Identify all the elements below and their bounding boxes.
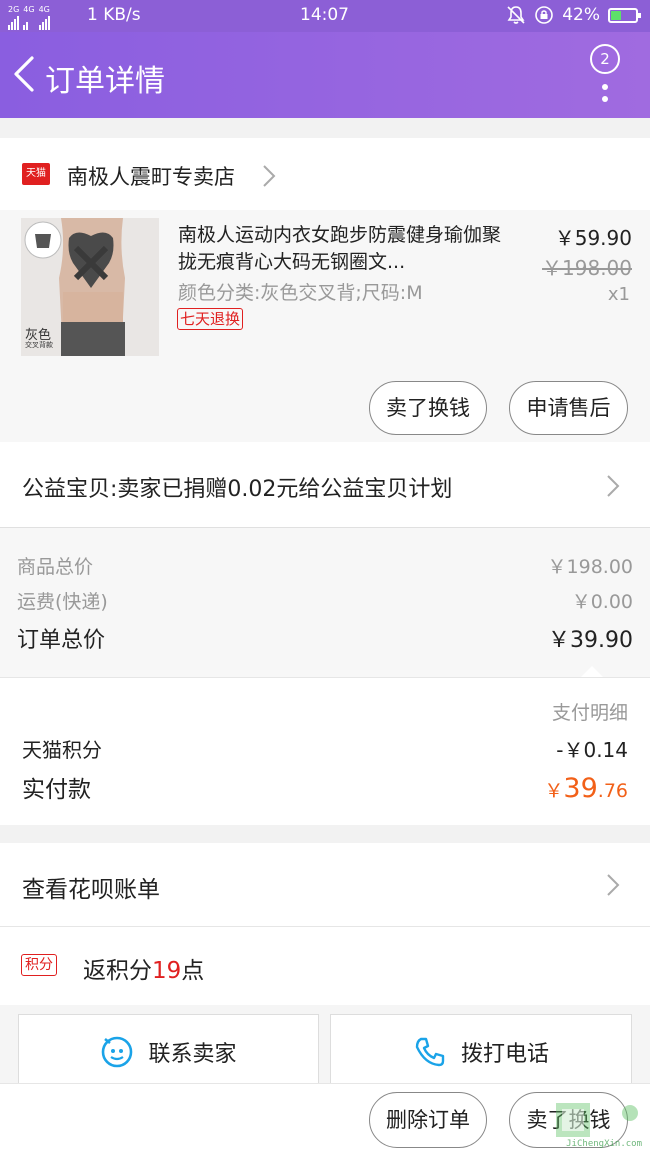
mute-bell-icon bbox=[507, 6, 525, 24]
points-prefix: 返积分 bbox=[83, 958, 152, 984]
phone-icon bbox=[415, 1037, 445, 1066]
charity-row[interactable]: 公益宝贝:卖家已捐赠0.02元给公益宝贝计划 bbox=[0, 442, 650, 528]
signal-icon: 2G bbox=[8, 6, 19, 30]
points-reward-text: 返积分19点 bbox=[83, 951, 204, 985]
points-suffix: 点 bbox=[181, 958, 205, 984]
shipping-label: 运费(快递) bbox=[17, 591, 108, 613]
call-phone-button[interactable]: 拨打电话 bbox=[330, 1014, 632, 1088]
tmall-points-label: 天猫积分 bbox=[22, 738, 102, 762]
product-name[interactable]: 南极人运动内衣女跑步防震健身瑜伽聚拢无痕背心大码无钢圈文... bbox=[178, 222, 508, 276]
tmall-logo-icon: 天猫 bbox=[22, 163, 50, 185]
goods-total-value: ￥198.00 bbox=[547, 556, 633, 578]
network-speed: 1 KB/s bbox=[87, 5, 141, 25]
huabei-bill-text: 查看花呗账单 bbox=[22, 877, 160, 903]
signal-icon: 4G bbox=[23, 5, 35, 30]
product-quantity: x1 bbox=[607, 284, 630, 305]
site-watermark: JiChengXin.com bbox=[534, 1099, 644, 1149]
points-reward-row: 积分 返积分19点 bbox=[0, 927, 650, 1005]
paid-currency: ￥ bbox=[544, 780, 564, 802]
payment-detail-label: 支付明细 bbox=[551, 702, 628, 724]
chevron-right-icon bbox=[607, 475, 620, 497]
paid-amount-label: 实付款 bbox=[22, 777, 91, 803]
call-phone-label: 拨打电话 bbox=[460, 1041, 549, 1067]
order-total-label: 订单总价 bbox=[17, 628, 106, 653]
goods-total-label: 商品总价 bbox=[17, 556, 94, 578]
contact-seller-label: 联系卖家 bbox=[148, 1041, 237, 1067]
delete-order-button[interactable]: 删除订单 bbox=[369, 1092, 487, 1148]
chevron-right-icon bbox=[607, 874, 620, 896]
original-price: ￥198.00 bbox=[542, 256, 632, 280]
battery-percent: 42% bbox=[562, 5, 600, 25]
back-arrow-icon[interactable] bbox=[10, 54, 40, 94]
status-bar: 2G 4G 4G 1 KB/s 14:07 42% bbox=[0, 0, 650, 32]
product-spec: 颜色分类:灰色交叉背;尺码:M bbox=[178, 282, 423, 304]
page-title: 订单详情 bbox=[45, 64, 165, 99]
clock: 14:07 bbox=[300, 5, 349, 25]
product-image[interactable]: 灰色 交叉背款 bbox=[21, 218, 159, 356]
payment-detail: 支付明细 天猫积分 -￥0.14 实付款 ￥39.76 bbox=[0, 677, 650, 825]
paid-decimal: .76 bbox=[597, 780, 628, 802]
points-number: 19 bbox=[152, 958, 182, 984]
battery-icon bbox=[608, 7, 641, 23]
paid-integer: 39 bbox=[563, 773, 598, 804]
signal-icon: 4G bbox=[38, 5, 50, 30]
store-name: 南极人震町专卖店 bbox=[67, 165, 235, 189]
image-sublabel: 交叉背款 bbox=[25, 341, 53, 349]
network-tag-4g: 4G bbox=[23, 5, 35, 14]
order-total-value: ￥39.90 bbox=[548, 628, 633, 653]
product-price: ￥59.90 bbox=[554, 226, 632, 250]
watermark-logo-icon bbox=[556, 1103, 638, 1137]
more-menu-button[interactable]: 2 bbox=[590, 44, 620, 104]
points-tag: 积分 bbox=[21, 954, 57, 976]
paid-amount-value: ￥39.76 bbox=[544, 773, 628, 804]
chat-bubble-icon bbox=[102, 1036, 133, 1067]
shipping-value: ￥0.00 bbox=[571, 591, 633, 613]
return-policy-badge: 七天退换 bbox=[177, 308, 244, 330]
more-dots-icon bbox=[602, 96, 608, 102]
product-card[interactable]: 灰色 交叉背款 南极人运动内衣女跑步防震健身瑜伽聚拢无痕背心大码无钢圈文... … bbox=[0, 210, 650, 442]
chevron-right-icon bbox=[263, 165, 276, 187]
more-dots-icon bbox=[602, 84, 608, 90]
network-tag-2g: 2G bbox=[8, 5, 20, 14]
network-tag-4g: 4G bbox=[38, 5, 50, 14]
store-row[interactable]: 天猫 南极人震町专卖店 bbox=[0, 138, 650, 210]
sell-exchange-button[interactable]: 卖了换钱 bbox=[369, 381, 487, 435]
contact-seller-button[interactable]: 联系卖家 bbox=[18, 1014, 319, 1088]
pointer-triangle bbox=[581, 666, 603, 677]
contact-bar: 联系卖家 拨打电话 bbox=[0, 1005, 650, 1088]
apply-aftersale-button[interactable]: 申请售后 bbox=[509, 381, 628, 435]
huabei-bill-row[interactable]: 查看花呗账单 bbox=[0, 843, 650, 927]
header: 订单详情 2 bbox=[0, 32, 650, 118]
notification-badge: 2 bbox=[590, 44, 620, 74]
rotation-lock-icon bbox=[535, 6, 554, 24]
watermark-text: JiChengXin.com bbox=[566, 1139, 642, 1149]
signal-indicators: 2G 4G 4G bbox=[8, 6, 50, 30]
price-summary: 商品总价 ￥198.00 运费(快递) ￥0.00 订单总价 ￥39.90 bbox=[0, 528, 650, 677]
tmall-points-value: -￥0.14 bbox=[556, 738, 628, 762]
charity-text: 公益宝贝:卖家已捐赠0.02元给公益宝贝计划 bbox=[22, 477, 453, 502]
